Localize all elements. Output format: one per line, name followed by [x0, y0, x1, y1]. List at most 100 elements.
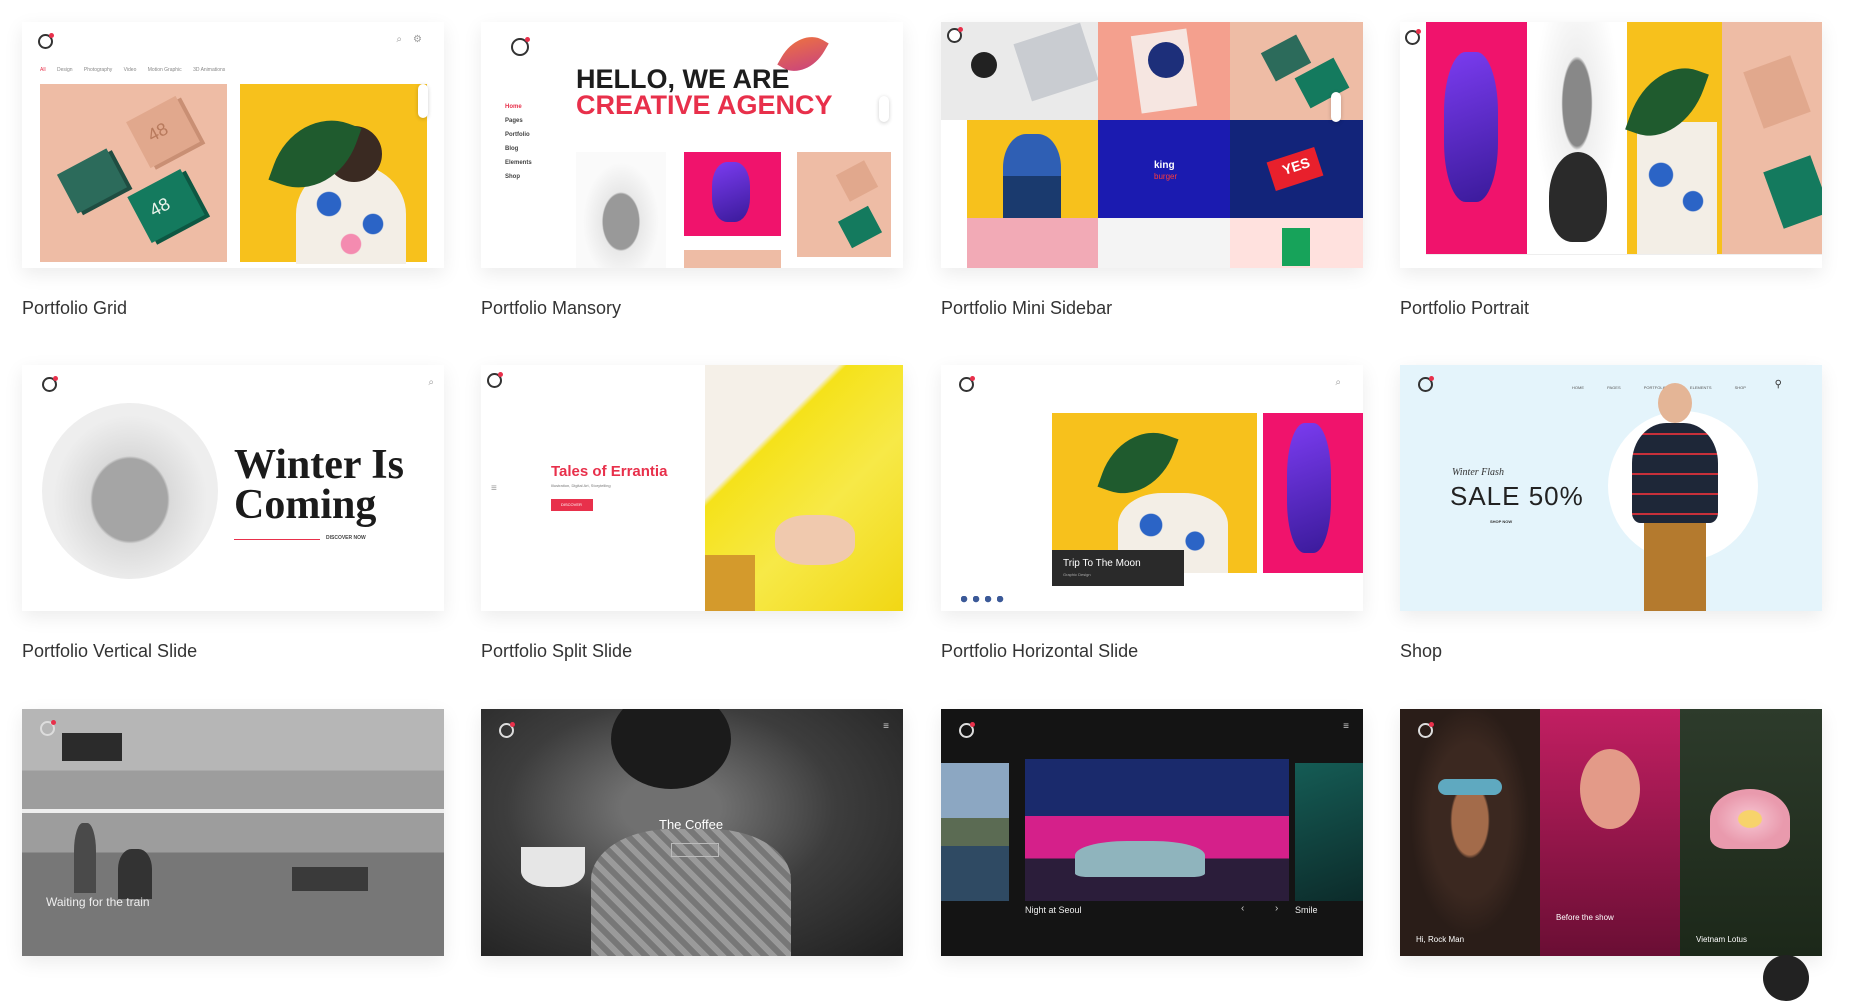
cart-icon[interactable]: ⚲: [1775, 379, 1782, 390]
demo-thumbnail[interactable]: king burger YES: [941, 22, 1363, 268]
kicker-text: Winter Flash: [1452, 467, 1504, 478]
logo-icon: [42, 376, 58, 392]
demo-caption[interactable]: Portfolio Grid: [22, 298, 127, 319]
sweater-image: [1632, 423, 1718, 523]
discover-button[interactable]: [671, 843, 719, 857]
demo-card-portfolio-horizontal-slide[interactable]: ⌕ Trip To The Moon Graphic Design Portfo…: [941, 365, 1363, 661]
brand-sub-text: burger: [1154, 172, 1178, 181]
hand-image: [1287, 423, 1331, 553]
demo-caption[interactable]: Portfolio Split Slide: [481, 641, 632, 662]
menu-item-elements[interactable]: Elements: [505, 160, 532, 166]
side-toolbar[interactable]: [879, 96, 889, 122]
demo-card-portfolio-portrait[interactable]: Portfolio Portrait: [1400, 22, 1822, 318]
demo-card-portraits[interactable]: Hi, Rock Man Before the show Vietnam Lot…: [1400, 709, 1822, 956]
accent-line: [234, 539, 320, 540]
menu-item-pages[interactable]: Pages: [505, 118, 532, 124]
demo-card-station[interactable]: Waiting for the train: [22, 709, 444, 956]
scroll-to-top-button[interactable]: [1763, 955, 1809, 1001]
head-image: [1658, 383, 1692, 423]
demo-card-portfolio-grid[interactable]: ⌕ ⚙ All Design Photography Video Motion …: [22, 22, 444, 318]
laptop-image: [1013, 22, 1099, 102]
jar-image: [1282, 228, 1310, 266]
blue-image: king burger: [1098, 120, 1230, 218]
nav-item[interactable]: SHOP: [1735, 385, 1746, 390]
logo-icon: [40, 720, 56, 736]
menu-item-portfolio[interactable]: Portfolio: [505, 132, 532, 138]
product-image: [1230, 218, 1363, 268]
watch-image: [971, 52, 997, 78]
menu-icon[interactable]: ≡: [883, 721, 889, 732]
slide-subtitle: Graphic Design: [1063, 572, 1091, 577]
demo-card-seoul[interactable]: ≡ Night at Seoul Smile ‹ ›: [941, 709, 1363, 956]
demo-thumbnail[interactable]: ⌕ Trip To The Moon Graphic Design: [941, 365, 1363, 611]
menu-icon[interactable]: ≡: [1343, 721, 1349, 732]
nav-item[interactable]: HOME: [1572, 385, 1584, 390]
menu-item-shop[interactable]: Shop: [505, 174, 532, 180]
demo-thumbnail[interactable]: ⌕ Winter Is Coming DISCOVER NOW: [22, 365, 444, 611]
side-toolbar[interactable]: [418, 84, 428, 118]
mini-sidebar: [941, 120, 967, 268]
shop-now-link[interactable]: SHOP NOW: [1490, 519, 1512, 524]
demo-card-portfolio-split-slide[interactable]: ≡ Tales of Errantia Illustration, Digita…: [481, 365, 903, 661]
demo-grid: ⌕ ⚙ All Design Photography Video Motion …: [0, 0, 1869, 1001]
discover-link[interactable]: DISCOVER NOW: [326, 535, 366, 541]
demo-caption[interactable]: Portfolio Vertical Slide: [22, 641, 197, 662]
model-image: [1622, 383, 1728, 611]
demo-thumbnail[interactable]: Waiting for the train: [22, 709, 444, 956]
logo-icon: [959, 376, 975, 392]
menu-icon[interactable]: ≡: [491, 483, 497, 494]
logo-icon: [487, 372, 503, 388]
menu-item-blog[interactable]: Blog: [505, 146, 532, 152]
cat-image: [1527, 22, 1627, 254]
demo-thumbnail[interactable]: ≡ Night at Seoul Smile ‹ ›: [941, 709, 1363, 956]
pants-image: [1644, 523, 1706, 611]
demo-card-portfolio-vertical-slide[interactable]: ⌕ Winter Is Coming DISCOVER NOW Portfoli…: [22, 365, 444, 661]
logo-icon: [959, 722, 975, 738]
demo-card-shop[interactable]: HOME PAGES PORTFOLIO ELEMENTS SHOP ⚲ Win…: [1400, 365, 1822, 661]
cat-image: [576, 152, 666, 268]
demo-caption[interactable]: Portfolio Horizontal Slide: [941, 641, 1138, 662]
demo-thumbnail[interactable]: HOME PAGES PORTFOLIO ELEMENTS SHOP ⚲ Win…: [1400, 365, 1822, 611]
yellow-image: [967, 120, 1098, 218]
prev-arrow-icon[interactable]: ‹: [1241, 903, 1244, 914]
demo-caption[interactable]: Shop: [1400, 641, 1442, 662]
demo-thumbnail[interactable]: Hi, Rock Man Before the show Vietnam Lot…: [1400, 709, 1822, 956]
search-icon: ⌕: [396, 34, 402, 45]
hand-image: [712, 162, 750, 222]
person-image: [118, 849, 152, 899]
side-toolbar[interactable]: [1331, 92, 1341, 122]
next-arrow-icon[interactable]: ›: [1275, 903, 1278, 914]
peach-image: [1230, 22, 1363, 120]
sign-image: [62, 733, 122, 761]
filter-item: Motion Graphic: [147, 67, 182, 73]
circle-image: [1148, 42, 1184, 78]
pink-image: [1263, 413, 1363, 573]
demo-thumbnail[interactable]: Home Pages Portfolio Blog Elements Shop …: [481, 22, 903, 268]
devices-image: [941, 22, 1099, 120]
demo-caption[interactable]: Portfolio Portrait: [1400, 298, 1529, 319]
slide-title-line-2: Coming: [234, 482, 377, 528]
demo-thumbnail[interactable]: [1400, 22, 1822, 268]
peach-image: 48 48: [40, 84, 227, 262]
box-image: [56, 148, 128, 214]
box-image: [1763, 155, 1822, 229]
social-icons[interactable]: [961, 596, 1007, 603]
box-image: [1743, 55, 1811, 129]
discover-button-label: DISCOVER: [561, 502, 582, 507]
logo-icon: [947, 27, 963, 43]
demo-card-portfolio-mini-sidebar[interactable]: king burger YES Portfolio Mini Sidebar: [941, 22, 1363, 318]
nav-item[interactable]: PAGES: [1607, 385, 1621, 390]
flower-image: [1680, 709, 1822, 956]
demo-card-portfolio-mansory[interactable]: Home Pages Portfolio Blog Elements Shop …: [481, 22, 903, 318]
demo-card-coffee[interactable]: ≡ The Coffee: [481, 709, 903, 956]
yellow-image: [1625, 22, 1722, 254]
demo-thumbnail[interactable]: ≡ The Coffee: [481, 709, 903, 956]
salmon-image: [1098, 22, 1230, 120]
demo-caption[interactable]: Portfolio Mansory: [481, 298, 621, 319]
demo-thumbnail[interactable]: ≡ Tales of Errantia Illustration, Digita…: [481, 365, 903, 611]
demo-thumbnail[interactable]: ⌕ ⚙ All Design Photography Video Motion …: [22, 22, 444, 268]
demo-caption[interactable]: Portfolio Mini Sidebar: [941, 298, 1112, 319]
menu-item-home[interactable]: Home: [505, 104, 532, 110]
head-image: [611, 709, 731, 789]
sweater-image: [42, 403, 218, 579]
